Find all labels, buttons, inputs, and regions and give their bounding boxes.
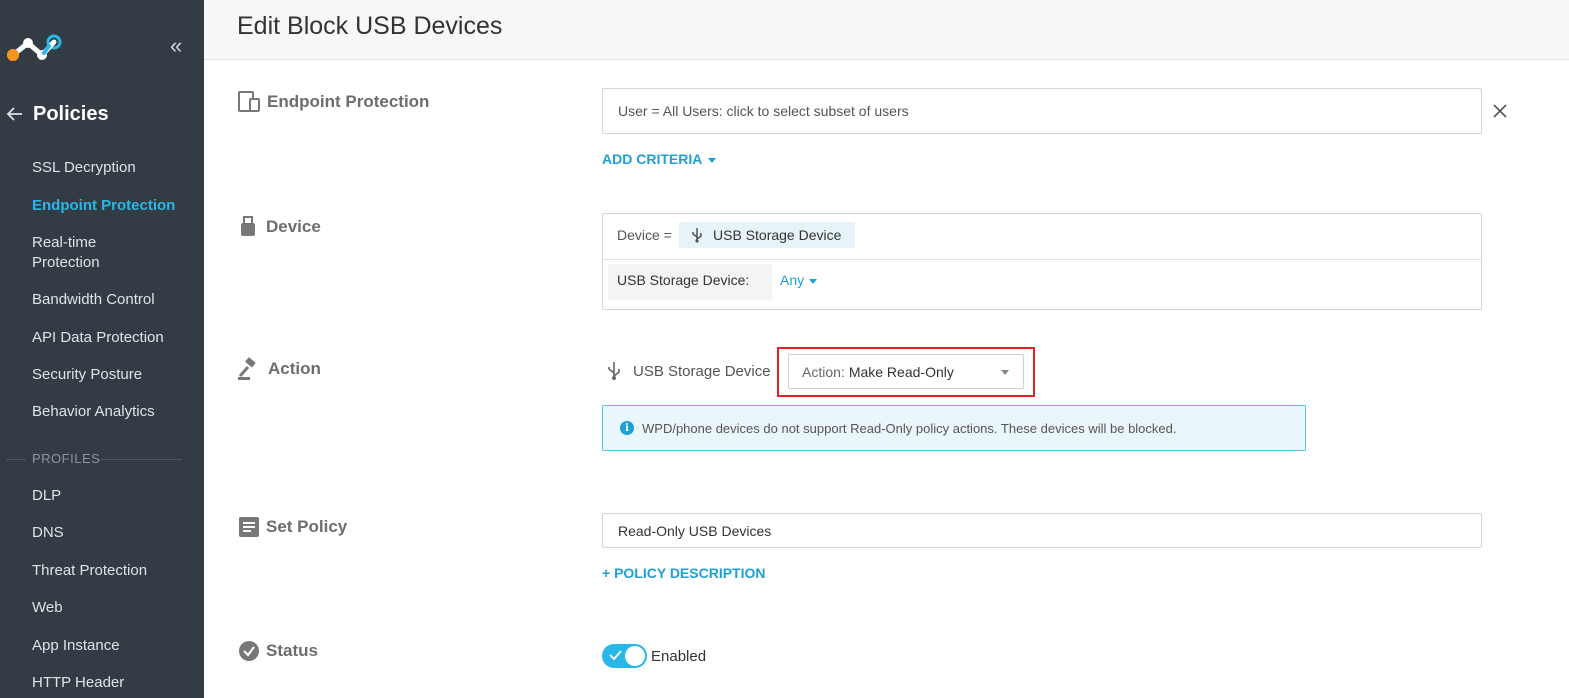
nav-item-bandwidth-control[interactable]: Bandwidth Control — [32, 290, 197, 310]
nav-item-behavior-analytics[interactable]: Behavior Analytics — [32, 402, 197, 422]
nav-item-endpoint-protection[interactable]: Endpoint Protection — [32, 196, 197, 216]
nav-item-ssl-decryption[interactable]: SSL Decryption — [32, 158, 197, 178]
storage-label: USB Storage Device: — [617, 272, 750, 288]
status-section-label: Status — [238, 640, 318, 662]
device-chip-label: USB Storage Device — [713, 227, 842, 243]
section-title: Policies — [33, 102, 109, 125]
info-icon: i — [620, 421, 634, 435]
nav-item-real-time-protection[interactable]: Real-time Protection — [32, 233, 142, 273]
sidebar: « Policies SSL Decryption Endpoint Prote… — [0, 0, 204, 698]
page-header: Edit Block USB Devices — [204, 0, 1569, 60]
storage-any-dropdown[interactable]: Any — [780, 272, 818, 288]
set-policy-section-title: Set Policy — [266, 517, 348, 536]
policy-name-value: Read-Only USB Devices — [618, 522, 772, 539]
usb-icon — [608, 362, 620, 380]
usb-drive-icon — [241, 216, 255, 236]
nav-item-app-instance[interactable]: App Instance — [32, 636, 197, 656]
divider — [6, 459, 26, 460]
nav-item-dlp[interactable]: DLP — [32, 486, 197, 506]
device-section-title: Device — [266, 217, 321, 236]
profiles-heading: PROFILES — [32, 451, 101, 466]
device-prefix: Device = — [617, 227, 672, 243]
caret-down-icon — [708, 157, 717, 163]
action-section-label: Action — [238, 357, 321, 381]
user-criteria-field[interactable]: User = All Users: click to select subset… — [602, 88, 1482, 134]
policy-description-link[interactable]: + POLICY DESCRIPTION — [602, 565, 766, 581]
info-text: WPD/phone devices do not support Read-On… — [642, 420, 1177, 436]
set-policy-section-label: Set Policy — [238, 516, 347, 538]
collapse-sidebar-icon[interactable]: « — [170, 35, 188, 57]
caret-down-icon — [809, 278, 818, 284]
caret-down-icon — [1001, 370, 1009, 375]
nav-item-http-header[interactable]: HTTP Header — [32, 673, 197, 693]
add-criteria-label: ADD CRITERIA — [602, 151, 703, 167]
action-section-title: Action — [268, 359, 321, 378]
info-banner: i WPD/phone devices do not support Read-… — [602, 405, 1306, 451]
action-select-label: Action: — [802, 363, 845, 380]
toggle-knob — [625, 646, 645, 666]
divider — [100, 459, 182, 460]
netskope-logo[interactable] — [6, 33, 62, 63]
check-icon — [609, 650, 622, 661]
nav-item-security-posture[interactable]: Security Posture — [32, 365, 197, 385]
policy-name-input[interactable]: Read-Only USB Devices — [602, 513, 1482, 548]
action-device-name: USB Storage Device — [633, 363, 771, 380]
check-circle-icon — [239, 641, 259, 661]
back-to-policies[interactable]: Policies — [6, 100, 109, 128]
document-icon — [239, 517, 259, 537]
nav-item-threat-protection[interactable]: Threat Protection — [32, 561, 197, 581]
user-criteria-text: User = All Users: click to select subset… — [618, 103, 909, 119]
nav-item-api-data-protection[interactable]: API Data Protection — [32, 328, 197, 348]
back-arrow-icon — [6, 107, 22, 121]
status-toggle[interactable] — [602, 644, 647, 668]
page-title: Edit Block USB Devices — [237, 12, 503, 40]
action-select[interactable]: Action: Make Read-Only — [788, 354, 1024, 389]
usb-icon — [692, 228, 702, 243]
endpoint-section-title: Endpoint Protection — [267, 92, 430, 111]
status-section-title: Status — [266, 641, 318, 660]
device-chip[interactable]: USB Storage Device — [679, 222, 856, 248]
status-toggle-label: Enabled — [651, 648, 707, 665]
storage-any-value: Any — [780, 272, 805, 288]
nav-item-dns[interactable]: DNS — [32, 523, 197, 543]
devices-icon — [238, 91, 260, 112]
divider — [603, 259, 1481, 260]
device-section-label: Device — [238, 216, 321, 238]
add-criteria-button[interactable]: ADD CRITERIA — [602, 151, 717, 167]
gavel-icon — [238, 357, 256, 380]
endpoint-section-label: Endpoint Protection — [238, 91, 429, 113]
close-icon[interactable] — [1493, 104, 1507, 118]
action-select-value: Make Read-Only — [848, 363, 954, 380]
nav-item-web[interactable]: Web — [32, 598, 197, 618]
